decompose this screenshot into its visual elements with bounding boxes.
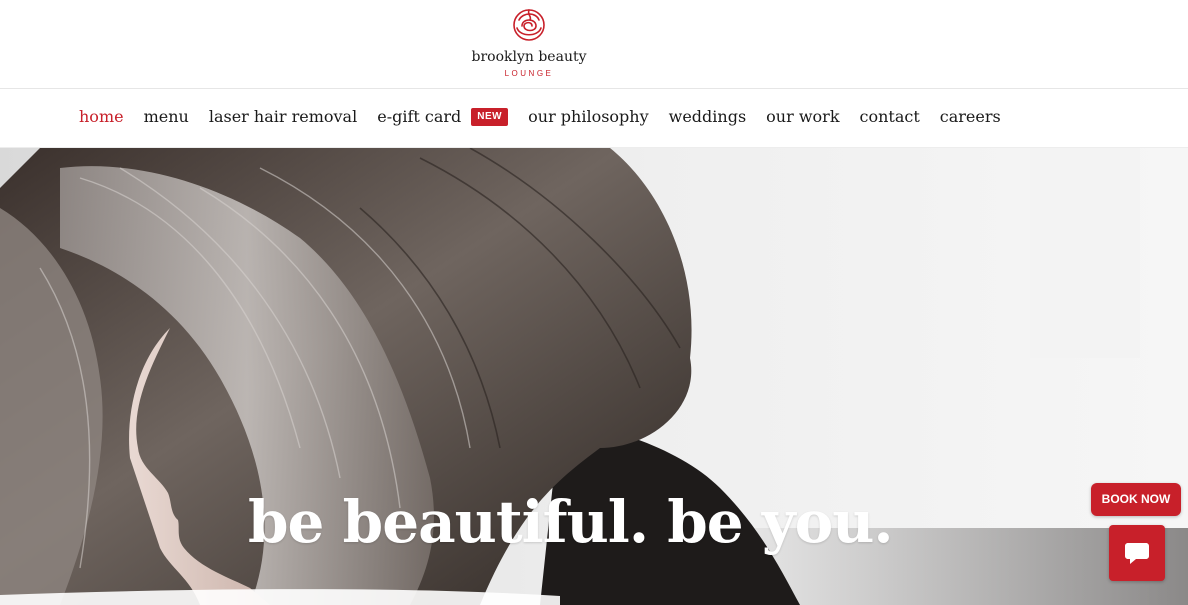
nav-item-weddings[interactable]: weddings [669, 107, 747, 126]
nav-item-home[interactable]: home [79, 107, 124, 126]
new-badge: NEW [471, 107, 509, 126]
site-header: brooklyn beauty LOUNGE [0, 0, 1188, 89]
chat-button[interactable] [1109, 525, 1165, 581]
logo[interactable]: brooklyn beauty LOUNGE [0, 0, 1188, 88]
nav-item-careers[interactable]: careers [940, 107, 1001, 126]
book-now-button[interactable]: BOOK NOW [1091, 483, 1181, 516]
chat-bubble-icon [1125, 543, 1149, 564]
nav-list: home menu laser hair removal e-gift card… [79, 107, 1021, 126]
nav-item-our-work[interactable]: our work [766, 107, 839, 126]
nav-item-menu[interactable]: menu [144, 107, 189, 126]
nav-item-e-gift-card[interactable]: e-gift card NEW [377, 107, 509, 126]
nav-item-contact[interactable]: contact [860, 107, 920, 126]
brand-name: brooklyn beauty [471, 49, 587, 65]
nav-item-laser-hair-removal[interactable]: laser hair removal [209, 107, 357, 126]
nav-item-our-philosophy[interactable]: our philosophy [528, 107, 649, 126]
main-nav: home menu laser hair removal e-gift card… [0, 89, 1188, 148]
rose-icon [513, 9, 545, 41]
hero-headline: be beautiful. be you. [248, 488, 894, 556]
brand-subtitle: LOUNGE [504, 69, 554, 78]
hero-banner: be beautiful. be you. [0, 148, 1188, 605]
